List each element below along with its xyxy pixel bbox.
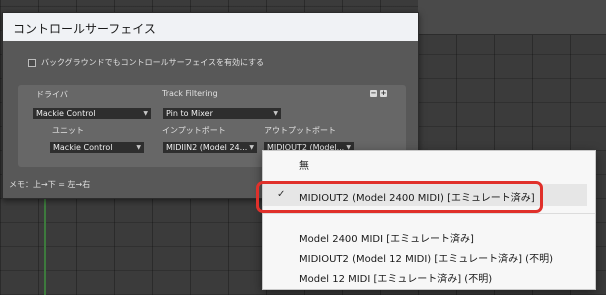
- unit-dropdown[interactable]: Mackie Control ▼: [50, 142, 144, 153]
- background-option-label: バックグラウンドでもコントロールサーフェイスを有効にする: [41, 58, 265, 67]
- input-port-label: インプットポート: [162, 126, 226, 135]
- track-filtering-value: Pin to Mixer: [166, 109, 213, 118]
- highlight-annotation: [256, 181, 543, 213]
- track-marker: [44, 190, 46, 295]
- minus-icon[interactable]: −: [370, 90, 377, 97]
- background-checkbox[interactable]: [28, 58, 36, 67]
- chevron-down-icon: ▼: [249, 144, 254, 151]
- unit-value: Mackie Control: [53, 143, 113, 152]
- unit-label: ユニット: [52, 126, 84, 135]
- dialog-titlebar: コントロールサーフェイス: [3, 13, 418, 41]
- background-option[interactable]: バックグラウンドでもコントロールサーフェイスを有効にする: [28, 57, 264, 68]
- chevron-down-icon: ▼: [136, 144, 141, 151]
- dialog-title: コントロールサーフェイス: [13, 22, 156, 36]
- input-port-value: MIDIIN2 (Model 24...: [166, 143, 248, 152]
- track-filtering-dropdown[interactable]: Pin to Mixer ▼: [163, 108, 281, 119]
- input-port-dropdown[interactable]: MIDIIN2 (Model 24... ▼: [163, 142, 257, 153]
- memo-text: メモ：上→下 = 左→右: [9, 180, 91, 189]
- chevron-down-icon: ▼: [143, 110, 148, 117]
- chevron-down-icon: ▼: [273, 110, 278, 117]
- output-port-menu: 無 ✓ MIDIOUT2 (Model 2400 MIDI) [エミュレート済み…: [262, 150, 596, 290]
- plus-icon[interactable]: +: [380, 90, 387, 97]
- track-filtering-label: Track Filtering: [162, 89, 218, 98]
- driver-value: Mackie Control: [36, 109, 96, 118]
- daw-toolbar-strip: [418, 0, 606, 35]
- output-port-label: アウトプットポート: [264, 126, 336, 135]
- driver-label: ドライバ: [36, 90, 68, 99]
- menu-separator: [263, 213, 595, 214]
- driver-dropdown[interactable]: Mackie Control ▼: [33, 108, 151, 119]
